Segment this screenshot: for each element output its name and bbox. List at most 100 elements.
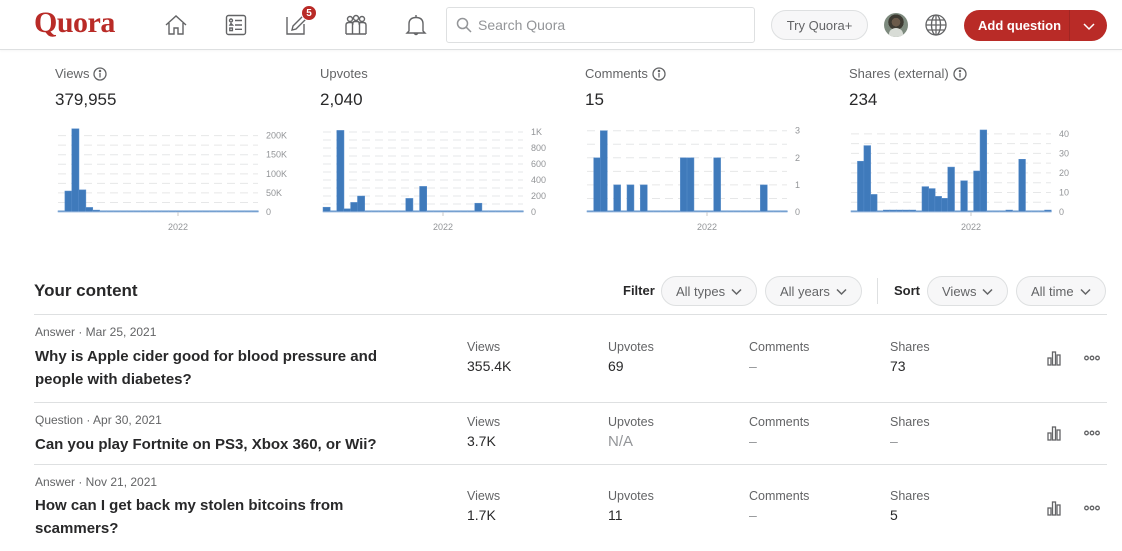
chart-svg: 0 10 20 30 40 2022 xyxy=(850,129,1069,232)
chart-bar xyxy=(593,157,601,213)
add-question-label: Add question xyxy=(978,18,1062,33)
y-tick-label: 30 xyxy=(1059,148,1069,158)
search-input[interactable] xyxy=(478,17,738,33)
chart-bar xyxy=(1018,159,1026,213)
try-quora-plus-button[interactable]: Try Quora+ xyxy=(771,10,868,40)
your-content-heading: Your content xyxy=(34,281,138,300)
x-tick-label: 2022 xyxy=(168,222,188,232)
content-title-link[interactable]: How can I get back my stolen bitcoins fr… xyxy=(35,494,395,540)
content-meta: Question · Apr 30, 2021 xyxy=(35,413,162,427)
stats-bar-chart-icon[interactable] xyxy=(1044,348,1064,368)
metric-value: 3.7K xyxy=(467,433,496,449)
stat-value: 234 xyxy=(849,90,878,109)
search-bar[interactable] xyxy=(446,7,755,43)
chart-bar xyxy=(357,195,365,213)
metric-comments: Comments – xyxy=(749,340,869,374)
chart-bar xyxy=(336,130,345,213)
answer-edit-icon[interactable]: 5 xyxy=(281,5,317,40)
metric-comments: Comments – xyxy=(749,415,869,449)
chart-bar xyxy=(921,186,929,213)
quora-logo[interactable]: Quora xyxy=(34,6,115,40)
stats-bar-chart-icon[interactable] xyxy=(1044,423,1064,443)
chart-bar xyxy=(419,186,427,213)
x-tick-label: 2022 xyxy=(433,222,453,232)
metric-label: Views xyxy=(467,340,501,354)
metric-shares: Shares – xyxy=(890,415,1010,449)
y-tick-label: 150K xyxy=(266,150,287,160)
metric-label: Comments xyxy=(749,489,810,503)
top-navigation-bar: Quora 5 Try Quora+ Add question xyxy=(0,0,1122,50)
x-tick-label: 2022 xyxy=(961,222,981,232)
chart-bar xyxy=(941,198,949,213)
more-options-icon[interactable] xyxy=(1082,423,1102,443)
stat-value: 2,040 xyxy=(320,90,363,109)
chart-bar xyxy=(85,207,94,213)
y-tick-label: 3 xyxy=(795,126,800,136)
notifications-bell-icon[interactable] xyxy=(401,10,431,40)
add-question-dropdown[interactable] xyxy=(1070,19,1107,33)
chart-bar xyxy=(947,166,955,213)
chevron-down-icon xyxy=(836,288,847,295)
spaces-people-icon[interactable] xyxy=(341,10,371,40)
info-icon[interactable] xyxy=(953,66,967,81)
metric-shares: Shares 5 xyxy=(890,489,1010,523)
language-globe-icon[interactable] xyxy=(923,12,949,38)
filter-type-dropdown[interactable]: All types xyxy=(661,276,758,306)
y-tick-label: 0 xyxy=(1059,207,1064,217)
chevron-down-icon xyxy=(982,288,993,295)
chart-bar xyxy=(863,145,871,213)
stat-value: 379,955 xyxy=(55,90,117,109)
comments-chart: 0 1 2 3 2022 xyxy=(586,126,837,238)
more-options-icon[interactable] xyxy=(1082,348,1102,368)
info-icon[interactable] xyxy=(93,66,108,81)
y-tick-label: 10 xyxy=(1059,187,1069,197)
chart-bar xyxy=(350,202,359,213)
metric-views: Views 355.4K xyxy=(467,340,587,374)
y-tick-label: 20 xyxy=(1059,168,1069,178)
chart-bar xyxy=(78,189,87,213)
more-options-icon[interactable] xyxy=(1082,498,1102,518)
home-icon[interactable] xyxy=(161,10,191,40)
user-avatar[interactable] xyxy=(884,13,908,37)
chart-bar xyxy=(474,202,483,213)
filter-year-dropdown[interactable]: All years xyxy=(765,276,862,306)
chart-bar xyxy=(973,170,981,213)
chart-bar xyxy=(686,157,695,213)
chart-bar xyxy=(857,160,865,213)
content-meta: Answer · Nov 21, 2021 xyxy=(35,475,158,489)
stat-label: Views xyxy=(55,66,305,81)
y-tick-label: 600 xyxy=(531,159,546,169)
content-title-link[interactable]: Can you play Fortnite on PS3, Xbox 360, … xyxy=(35,433,455,456)
stats-bar-chart-icon[interactable] xyxy=(1044,498,1064,518)
y-tick-label: 1 xyxy=(795,180,800,190)
y-tick-label: 100K xyxy=(266,169,287,179)
metric-label: Upvotes xyxy=(608,489,654,503)
sort-label: Sort xyxy=(894,283,920,298)
sort-by-dropdown[interactable]: Views xyxy=(927,276,1009,306)
chart-bar xyxy=(71,128,80,213)
y-tick-label: 0 xyxy=(531,207,536,217)
following-list-icon[interactable] xyxy=(221,10,251,40)
notification-badge: 5 xyxy=(301,5,317,21)
metric-value: 5 xyxy=(890,507,898,523)
chart-bar xyxy=(600,130,608,213)
stat-label: Comments xyxy=(585,66,835,81)
sort-time-value: All time xyxy=(1031,283,1074,299)
sort-by-value: Views xyxy=(942,283,977,299)
metric-label: Upvotes xyxy=(608,340,654,354)
content-title-link[interactable]: Why is Apple cider good for blood pressu… xyxy=(35,345,415,391)
upvotes-chart: 0 200 400 600 800 1K 2022 xyxy=(322,127,573,238)
y-tick-label: 200K xyxy=(266,131,287,141)
metric-shares: Shares 73 xyxy=(890,340,1010,374)
stat-value: 15 xyxy=(585,90,604,109)
sort-time-dropdown[interactable]: All time xyxy=(1016,276,1106,306)
metric-label: Views xyxy=(467,489,501,503)
filter-label: Filter xyxy=(623,283,655,298)
y-tick-label: 40 xyxy=(1059,129,1069,139)
add-question-button[interactable]: Add question xyxy=(964,10,1107,41)
metric-upvotes: Upvotes 69 xyxy=(608,340,728,374)
metric-label: Comments xyxy=(749,340,810,354)
metric-value: – xyxy=(890,433,898,449)
info-icon[interactable] xyxy=(652,66,666,81)
metric-upvotes: Upvotes 11 xyxy=(608,489,728,523)
